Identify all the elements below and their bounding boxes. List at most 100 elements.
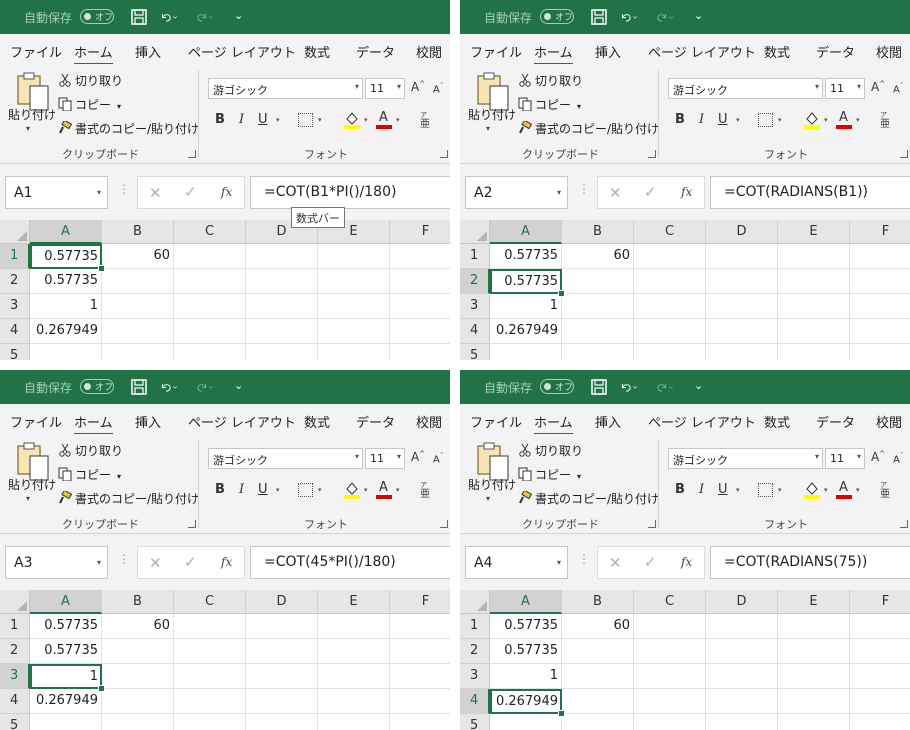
tab-home[interactable]: ホーム [74, 412, 113, 435]
row-header-2[interactable]: 2 [460, 269, 490, 294]
customize-qat-icon[interactable]: ⌄ [234, 9, 243, 22]
column-header-a[interactable]: A [490, 590, 562, 614]
cell-e4[interactable] [318, 319, 390, 344]
underline-dropdown-icon[interactable]: ▾ [276, 116, 280, 124]
cell-c5[interactable] [634, 714, 706, 730]
row-header-1[interactable]: 1 [0, 614, 30, 639]
row-header-5[interactable]: 5 [460, 344, 490, 360]
chevron-down-icon[interactable]: ▾ [97, 188, 101, 197]
tab-page-layout[interactable]: ページ レイアウト [188, 412, 296, 431]
tab-insert[interactable]: 挿入 [595, 412, 621, 431]
cell-e1[interactable] [778, 244, 850, 269]
bold-button[interactable]: B [215, 482, 225, 497]
cell-d5[interactable] [706, 714, 778, 730]
tab-data[interactable]: データ [356, 412, 395, 431]
clipboard-launcher-icon[interactable] [648, 150, 656, 158]
column-header-a[interactable]: A [30, 590, 102, 614]
cell-b2[interactable] [562, 269, 634, 294]
font-color-icon[interactable]: A [376, 110, 392, 130]
cell-c4[interactable] [174, 689, 246, 714]
row-header-5[interactable]: 5 [0, 344, 30, 360]
cell-a3[interactable]: 1 [490, 664, 562, 689]
row-header-4[interactable]: 4 [0, 689, 30, 714]
cut-button[interactable]: 切り取り [58, 442, 123, 459]
cell-e4[interactable] [778, 689, 850, 714]
increase-font-icon[interactable]: A^ [871, 80, 885, 94]
bold-button[interactable]: B [215, 112, 225, 127]
cell-d5[interactable] [706, 344, 778, 360]
increase-font-icon[interactable]: A^ [871, 450, 885, 464]
select-all-button[interactable] [460, 220, 490, 244]
redo-icon[interactable] [656, 8, 674, 26]
font-color-dropdown-icon[interactable]: ▾ [396, 486, 400, 494]
cell-a1[interactable]: 0.57735 [490, 244, 562, 269]
column-header-a[interactable]: A [30, 220, 102, 244]
copy-dropdown-icon[interactable]: ▾ [117, 472, 121, 481]
phonetic-guide-icon[interactable]: ア亜 [420, 480, 430, 500]
cell-f2[interactable] [850, 639, 910, 664]
borders-dropdown-icon[interactable]: ▾ [318, 116, 322, 124]
row-header-1[interactable]: 1 [460, 244, 490, 269]
cell-c2[interactable] [174, 269, 246, 294]
cell-f1[interactable] [850, 614, 910, 639]
tab-page-layout[interactable]: ページ レイアウト [648, 412, 756, 431]
cell-f3[interactable] [850, 664, 910, 689]
cell-e5[interactable] [778, 344, 850, 360]
clipboard-launcher-icon[interactable] [188, 150, 196, 158]
cell-a3[interactable]: 1 [30, 664, 102, 689]
cell-a2[interactable]: 0.57735 [490, 269, 562, 294]
cell-d4[interactable] [706, 319, 778, 344]
save-icon[interactable] [590, 378, 608, 396]
cell-c3[interactable] [174, 664, 246, 689]
chevron-down-icon[interactable]: ▾ [97, 558, 101, 567]
cell-d1[interactable] [246, 614, 318, 639]
cell-d3[interactable] [706, 294, 778, 319]
cell-e3[interactable] [778, 664, 850, 689]
phonetic-guide-icon[interactable]: ア亜 [880, 480, 890, 500]
cell-f5[interactable] [850, 714, 910, 730]
fill-handle[interactable] [98, 685, 105, 692]
cell-a4[interactable]: 0.267949 [30, 689, 102, 714]
borders-dropdown-icon[interactable]: ▾ [778, 116, 782, 124]
cell-b5[interactable] [102, 714, 174, 730]
column-header-c[interactable]: C [634, 590, 706, 614]
font-name-select[interactable]: 游ゴシック ▾ [208, 448, 363, 469]
redo-icon[interactable] [196, 378, 214, 396]
decrease-font-icon[interactable]: Aˇ [433, 452, 443, 465]
row-header-3[interactable]: 3 [460, 294, 490, 319]
row-header-2[interactable]: 2 [460, 639, 490, 664]
cell-b3[interactable] [562, 294, 634, 319]
tab-file[interactable]: ファイル [10, 412, 62, 431]
font-size-select[interactable]: 11 ▾ [365, 448, 405, 469]
paste-button[interactable]: 貼り付け [8, 106, 56, 123]
formula-input[interactable]: =COT(B1*PI()/180) [250, 176, 450, 209]
column-header-f[interactable]: F [390, 590, 450, 614]
formula-bar-grip-icon[interactable]: ⋮ [118, 552, 130, 566]
row-header-5[interactable]: 5 [0, 714, 30, 730]
fill-color-dropdown-icon[interactable]: ▾ [824, 486, 828, 494]
cell-e2[interactable] [318, 269, 390, 294]
tab-review[interactable]: 校閲 [876, 42, 902, 61]
borders-icon[interactable] [758, 483, 773, 497]
cell-f1[interactable] [850, 244, 910, 269]
cell-f2[interactable] [850, 269, 910, 294]
fill-color-icon[interactable] [803, 110, 821, 130]
autosave-toggle[interactable]: オフ [540, 379, 574, 394]
cell-a3[interactable]: 1 [490, 294, 562, 319]
cell-d3[interactable] [706, 664, 778, 689]
tab-formulas[interactable]: 数式 [764, 412, 790, 431]
cell-e4[interactable] [778, 319, 850, 344]
formula-bar-grip-icon[interactable]: ⋮ [578, 552, 590, 566]
formula-input[interactable]: =COT(45*PI()/180) [250, 546, 450, 579]
column-header-b[interactable]: B [562, 220, 634, 244]
cell-a1[interactable]: 0.57735 [30, 614, 102, 639]
autosave-toggle[interactable]: オフ [80, 379, 114, 394]
increase-font-icon[interactable]: A^ [411, 80, 425, 94]
cell-c5[interactable] [174, 714, 246, 730]
underline-dropdown-icon[interactable]: ▾ [276, 486, 280, 494]
cell-d2[interactable] [246, 639, 318, 664]
cell-e1[interactable] [318, 244, 390, 269]
cell-c5[interactable] [174, 344, 246, 360]
cell-a5[interactable] [30, 714, 102, 730]
column-header-b[interactable]: B [102, 220, 174, 244]
